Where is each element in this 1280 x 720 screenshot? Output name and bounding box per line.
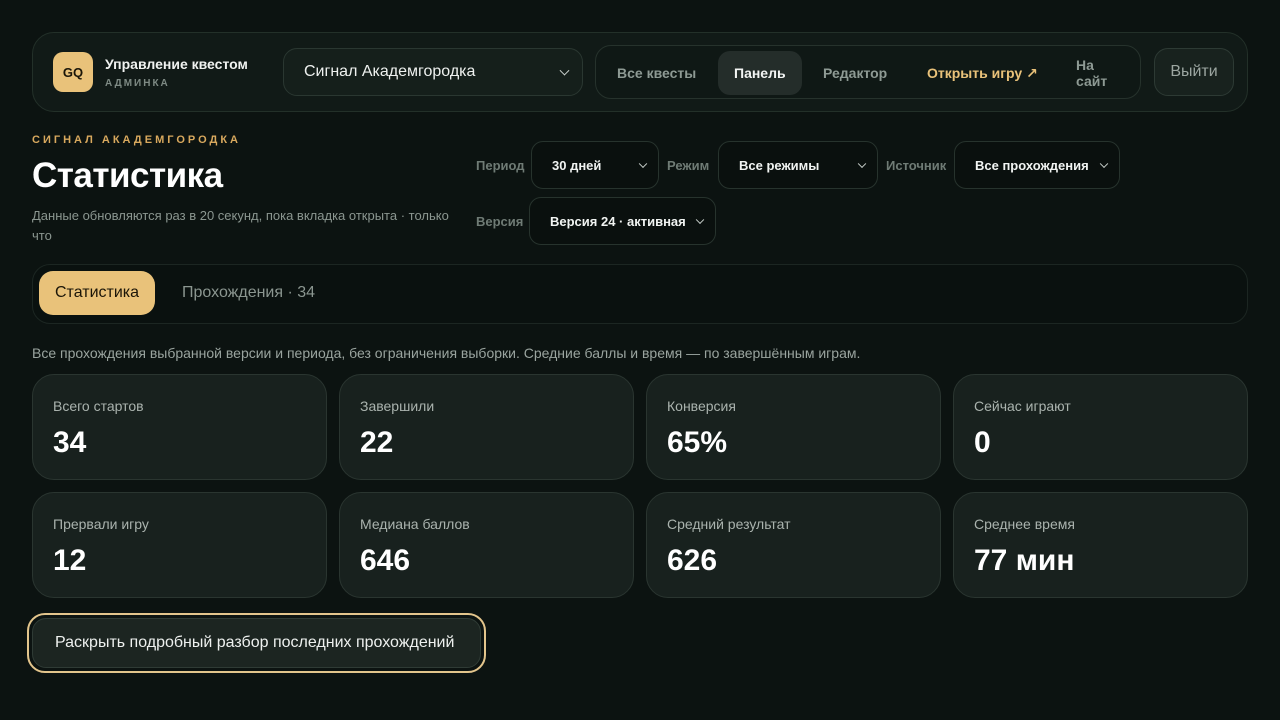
period-select[interactable]: 30 дней <box>531 141 659 189</box>
source-label: Источник <box>886 158 947 173</box>
stat-value: 626 <box>667 544 718 577</box>
logout-button[interactable]: Выйти <box>1154 48 1234 96</box>
nav-open-game[interactable]: Открыть игру ↗ <box>911 51 1054 95</box>
chevron-down-icon <box>638 159 648 169</box>
stat-label: Всего стартов <box>53 398 144 414</box>
stat-label: Средний результат <box>667 516 791 532</box>
app-subtitle: АДМИНКА <box>105 78 170 89</box>
main-nav: Все квесты Панель Редактор Открыть игру … <box>595 45 1141 99</box>
stat-card-median-score: Медиана баллов 646 <box>339 492 634 598</box>
stat-card-completed: Завершили 22 <box>339 374 634 480</box>
logo-badge: GQ <box>53 52 93 92</box>
mode-select-value: Все режимы <box>739 157 820 173</box>
stat-card-conversion: Конверсия 65% <box>646 374 941 480</box>
period-label: Период <box>476 158 525 173</box>
tab-statistics[interactable]: Статистика <box>39 271 156 315</box>
nav-to-site[interactable]: На сайт <box>1060 51 1140 95</box>
page-title: Статистика <box>32 156 223 195</box>
quest-select-value: Сигнал Академгородка <box>304 63 476 80</box>
stat-card-total-starts: Всего стартов 34 <box>32 374 327 480</box>
page-description: Данные обновляются раз в 20 секунд, пока… <box>32 208 449 243</box>
stat-value: 34 <box>53 426 87 459</box>
version-select-value: Версия 24 · активная <box>550 213 686 229</box>
stat-value: 22 <box>360 426 394 459</box>
version-select[interactable]: Версия 24 · активная <box>529 197 716 245</box>
quest-eyebrow: СИГНАЛ АКАДЕМГОРОДКА <box>32 134 241 146</box>
stat-label: Сейчас играют <box>974 398 1071 414</box>
stat-card-average-result: Средний результат 626 <box>646 492 941 598</box>
tab-playthroughs[interactable]: Прохождения · 34 <box>166 271 331 315</box>
stat-value: 77 мин <box>974 544 1075 577</box>
source-select[interactable]: Все прохождения <box>954 141 1120 189</box>
nav-all-quests[interactable]: Все квесты <box>601 51 712 95</box>
stat-label: Медиана баллов <box>360 516 470 532</box>
app-title: Управление квестом <box>105 56 248 72</box>
stat-value: 65% <box>667 426 728 459</box>
nav-dashboard[interactable]: Панель <box>718 51 802 95</box>
stat-card-average-time: Среднее время 77 мин <box>953 492 1248 598</box>
expand-details-button[interactable]: Раскрыть подробный разбор последних прох… <box>27 613 486 673</box>
stat-label: Завершили <box>360 398 435 414</box>
period-select-value: 30 дней <box>552 157 602 173</box>
stat-value: 12 <box>53 544 87 577</box>
chevron-down-icon <box>559 65 570 76</box>
quest-select[interactable]: Сигнал Академгородка <box>283 48 583 96</box>
mode-label: Режим <box>667 158 710 173</box>
source-select-value: Все прохождения <box>975 157 1089 173</box>
stat-label: Среднее время <box>974 516 1075 532</box>
mode-select[interactable]: Все режимы <box>718 141 878 189</box>
top-header: GQ Управление квестом АДМИНКА Сигнал Ака… <box>32 32 1248 112</box>
chevron-down-icon <box>695 215 705 225</box>
stat-card-playing-now: Сейчас играют 0 <box>953 374 1248 480</box>
stat-card-aborted: Прервали игру 12 <box>32 492 327 598</box>
stat-value: 0 <box>974 426 991 459</box>
stat-value: 646 <box>360 544 411 577</box>
version-label: Версия <box>476 214 524 229</box>
chevron-down-icon <box>857 159 867 169</box>
stats-note: Все прохождения выбранной версии и перио… <box>32 345 861 361</box>
nav-editor[interactable]: Редактор <box>807 51 903 95</box>
stat-label: Конверсия <box>667 398 736 414</box>
tab-bar: Статистика Прохождения · 34 <box>32 264 1248 324</box>
expand-details-label: Раскрыть подробный разбор последних прох… <box>32 618 481 668</box>
chevron-down-icon <box>1099 159 1109 169</box>
stat-label: Прервали игру <box>53 516 149 532</box>
